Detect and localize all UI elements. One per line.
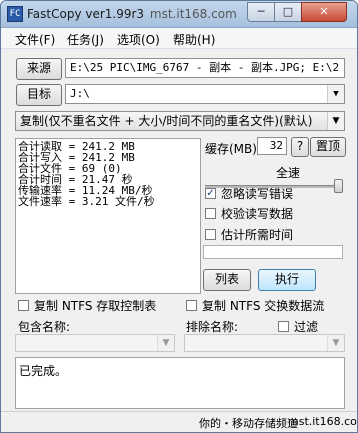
option-verify-label: 校验读写数据 [221, 207, 294, 221]
status-text: 你的・移动存储频道 [199, 417, 298, 430]
status-watermark: mst.it168.com [288, 415, 357, 428]
chevron-down-icon[interactable]: ▼ [157, 335, 174, 351]
target-button[interactable]: 目标 [16, 84, 62, 106]
exclude-input[interactable]: ▼ [184, 334, 345, 352]
close-icon[interactable]: ✕ [301, 2, 347, 22]
log-text: 已完成。 [19, 364, 68, 378]
menu-file[interactable]: 文件(F) [15, 31, 55, 48]
watermark: mst.it168.com [149, 7, 237, 21]
source-field[interactable]: E:\25 PIC\IMG_6767 - 副本 - 副本.JPG; E:\2 [65, 58, 345, 78]
help-button[interactable]: ? [291, 137, 309, 157]
menu-help[interactable]: 帮助(H) [173, 31, 215, 48]
ntfs-acl-checkbox[interactable] [18, 300, 29, 311]
option-verify-checkbox[interactable] [205, 208, 216, 219]
app-icon: FC [7, 6, 23, 22]
minimize-icon[interactable]: ─ [247, 2, 275, 22]
filter-checkbox[interactable] [278, 321, 289, 332]
title-bar[interactable]: FC FastCopy ver1.99r3 mst.it168.com ─ □ … [1, 1, 357, 28]
menu-bar: 文件(F) 任务(J) 选项(O) 帮助(H) [1, 28, 357, 49]
log-area[interactable]: 已完成。 [15, 357, 345, 409]
option-estimate-label: 估计所需时间 [221, 228, 294, 242]
slider-thumb[interactable] [334, 179, 343, 193]
chevron-down-icon[interactable]: ▼ [327, 112, 344, 130]
include-label: 包含名称: [18, 320, 71, 334]
buffer-label: 缓存(MB) [205, 142, 257, 156]
copy-mode-select[interactable]: 复制(仅不重名文件 + 大小/时间不同的重名文件)(默认) ▼ [15, 111, 345, 131]
chevron-down-icon[interactable]: ▼ [327, 335, 344, 351]
progress-bar [203, 245, 343, 259]
fastcopy-window: FC FastCopy ver1.99r3 mst.it168.com ─ □ … [0, 0, 358, 433]
status-bar: 你的・移动存储频道 mst.it168.com [1, 411, 357, 432]
target-value: J:\ [70, 87, 90, 100]
execute-button[interactable]: 执行 [258, 269, 316, 291]
exclude-label: 排除名称: [186, 320, 239, 334]
list-button[interactable]: 列表 [203, 269, 251, 291]
buffer-input[interactable]: 32 [257, 137, 287, 155]
menu-job[interactable]: 任务(J) [67, 31, 104, 48]
include-input[interactable]: ▼ [15, 334, 175, 352]
ntfs-acl-label: 复制 NTFS 存取控制表 [34, 299, 157, 313]
stat-file-rate: 文件速率 = 3.21 文件/秒 [18, 195, 155, 208]
option-estimate-checkbox[interactable] [205, 229, 216, 240]
ntfs-streams-label: 复制 NTFS 交换数据流 [202, 299, 325, 313]
option-ignore-errors-label: 忽略读写错误 [221, 187, 294, 201]
chevron-down-icon[interactable]: ▼ [327, 85, 344, 103]
option-ignore-errors-checkbox[interactable]: ✓ [205, 188, 216, 199]
menu-options[interactable]: 选项(O) [117, 31, 160, 48]
ntfs-streams-checkbox[interactable] [186, 300, 197, 311]
target-field[interactable]: J:\ ▼ [65, 84, 345, 104]
maximize-icon[interactable]: □ [274, 2, 302, 22]
source-button[interactable]: 来源 [16, 58, 62, 80]
top-most-button[interactable]: 置顶 [310, 137, 346, 157]
filter-label: 过滤 [294, 320, 319, 334]
copy-mode-value: 复制(仅不重名文件 + 大小/时间不同的重名文件)(默认) [20, 114, 313, 128]
window-title: FastCopy ver1.99r3 [27, 7, 145, 21]
stats-panel: 合计读取 = 241.2 MB 合计写入 = 241.2 MB 合计文件 = 6… [15, 138, 201, 294]
